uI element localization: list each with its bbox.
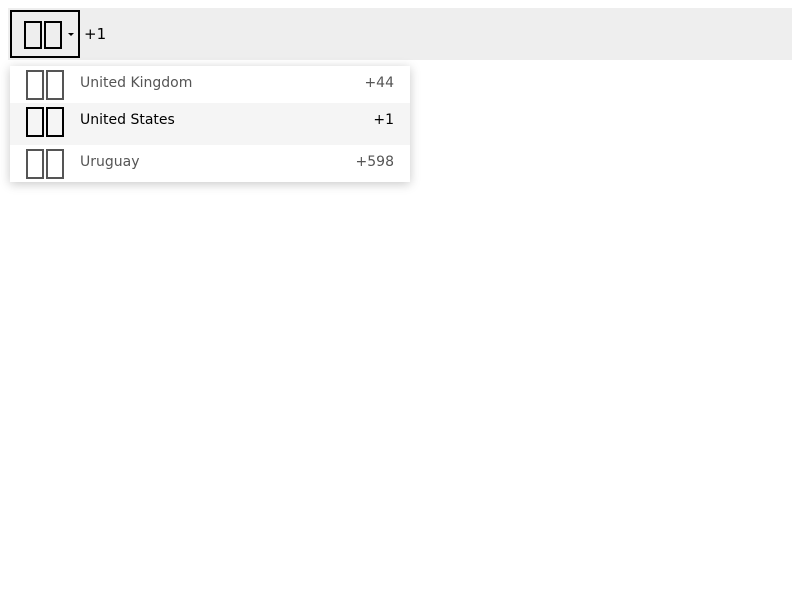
country-dropdown: United Kingdom +44 United States +1 Urug…	[10, 66, 410, 182]
gb-flag-icon	[26, 70, 64, 100]
country-option-united-kingdom[interactable]: United Kingdom +44	[10, 66, 410, 102]
country-name: Uruguay	[80, 154, 140, 170]
country-name: United Kingdom	[80, 75, 193, 91]
country-name: United States	[80, 112, 175, 128]
country-option-united-states[interactable]: United States +1	[10, 103, 410, 145]
country-dial-code: +44	[364, 75, 394, 91]
dial-code: +1	[84, 25, 107, 43]
phone-input-bar: +1	[8, 8, 792, 60]
country-selector-button[interactable]	[10, 10, 80, 58]
caret-down-icon	[68, 33, 74, 36]
country-dial-code: +598	[355, 154, 394, 170]
country-dial-code: +1	[373, 112, 394, 128]
us-flag-icon	[24, 21, 62, 49]
country-option-uruguay[interactable]: Uruguay +598	[10, 145, 410, 182]
us-flag-icon	[26, 107, 64, 137]
uy-flag-icon	[26, 149, 64, 179]
